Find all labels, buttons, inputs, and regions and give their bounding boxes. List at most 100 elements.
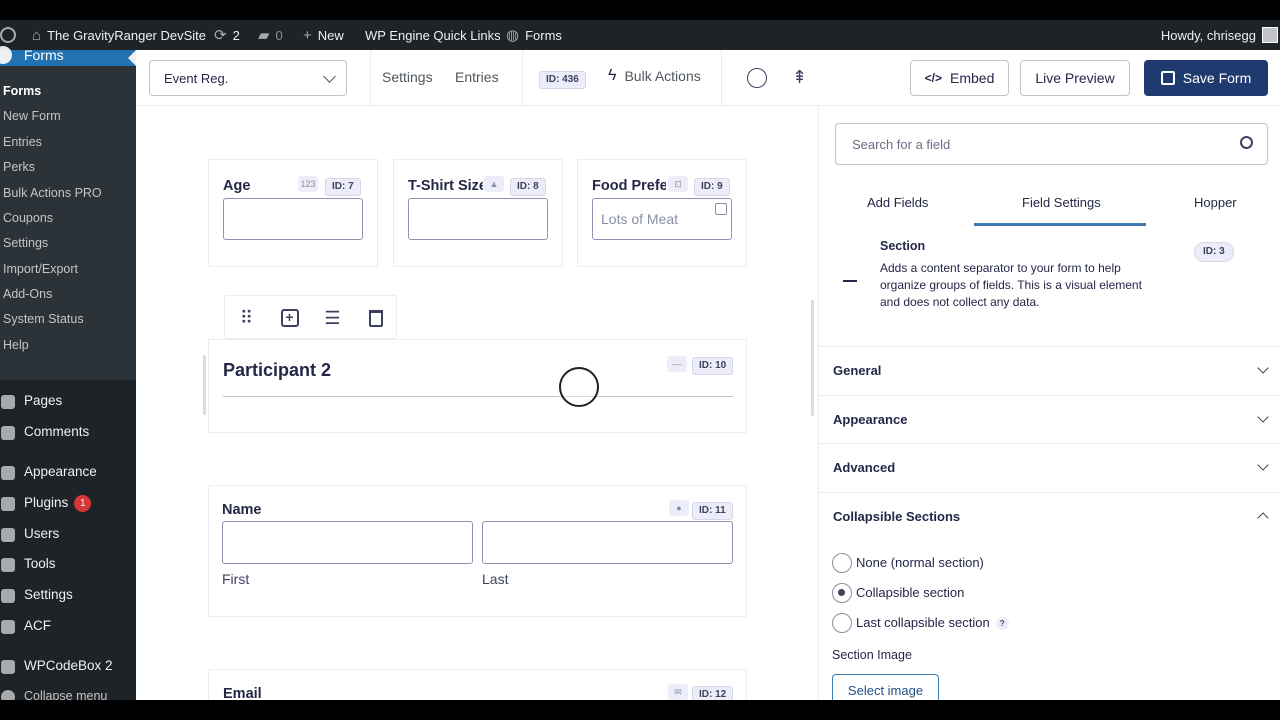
bulk-actions-button[interactable]: ϟ Bulk Actions — [608, 67, 701, 85]
toolbar-divider — [370, 50, 371, 106]
food-preference-select[interactable]: Lots of Meat — [592, 198, 732, 240]
sidebar-item-users[interactable]: Users — [24, 526, 59, 541]
submenu-item-bulk-actions-pro[interactable]: Bulk Actions PRO — [3, 186, 102, 200]
radio-last-collapsible[interactable] — [832, 613, 852, 633]
sidebar-item-plugins[interactable]: Plugins 1 — [24, 495, 92, 512]
radio-label-none: None (normal section) — [856, 555, 984, 570]
settings-icon — [1, 589, 15, 603]
submenu-item-forms[interactable]: Forms — [3, 84, 41, 98]
duplicate-icon — [715, 203, 727, 215]
drag-handle-icon[interactable]: ⠿ — [225, 296, 268, 340]
admin-sidebar: Forms Forms New Form Entries Perks Bulk … — [0, 46, 136, 700]
account-menu[interactable]: Howdy, chrisegg — [1161, 20, 1278, 50]
field-description: Adds a content separator to your form to… — [880, 261, 1142, 309]
radio-collapsible[interactable] — [832, 583, 852, 603]
pages-icon — [1, 395, 15, 409]
field-label: Food Preference — [592, 178, 666, 194]
forms-link[interactable]: ◍ Forms — [506, 20, 562, 50]
submenu-item-help[interactable]: Help — [3, 338, 29, 352]
chevron-up-icon[interactable] — [1257, 512, 1269, 524]
entries-link[interactable]: Entries — [455, 69, 499, 85]
field-label: Email — [223, 686, 262, 700]
radio-label-last-collapsible: Last collapsible section? — [856, 615, 1009, 630]
section-field-icon: — — [667, 356, 687, 372]
accordion-advanced[interactable]: Advanced — [833, 460, 895, 475]
field-card-section-participant-2[interactable]: Participant 2 — ID: 10 — [208, 339, 747, 433]
section-image-label: Section Image — [832, 648, 912, 662]
accordion-appearance[interactable]: Appearance — [833, 412, 907, 427]
wp-engine-link[interactable]: WP Engine Quick Links — [365, 20, 501, 50]
site-name-link[interactable]: ⌂ The GravityRanger DevSite — [32, 20, 206, 50]
chevron-down-icon — [323, 70, 336, 83]
chevron-down-icon[interactable] — [1257, 459, 1269, 471]
live-preview-button[interactable]: Live Preview — [1020, 60, 1130, 96]
settings-link[interactable]: Settings — [382, 69, 433, 85]
chevron-down-icon[interactable] — [1257, 362, 1269, 374]
sidebar-item-comments[interactable]: Comments — [24, 424, 89, 439]
comments-icon — [1, 426, 15, 440]
sidebar-item-acf[interactable]: ACF — [24, 618, 51, 633]
palette-icon[interactable] — [747, 68, 767, 88]
submenu-item-import-export[interactable]: Import/Export — [3, 262, 78, 276]
mail-icon: ✉ — [668, 684, 688, 700]
select-image-button[interactable]: Select image — [832, 674, 939, 700]
field-card-tshirt-size[interactable]: T-Shirt Size ▲ ID: 8 — [393, 159, 563, 267]
sidebar-item-forms-current[interactable]: Forms — [0, 46, 136, 66]
submenu-item-add-ons[interactable]: Add-Ons — [3, 287, 52, 301]
sidebar-item-pages[interactable]: Pages — [24, 393, 62, 408]
divider — [819, 395, 1280, 396]
help-icon[interactable]: ? — [995, 617, 1009, 630]
duplicate-field-button[interactable]: + — [268, 296, 311, 340]
new-content-link[interactable]: + New — [303, 20, 344, 50]
radio-none[interactable] — [832, 553, 852, 573]
accordion-general[interactable]: General — [833, 363, 881, 378]
gravity-forms-icon: ◍ — [506, 26, 520, 44]
home-icon: ⌂ — [32, 26, 42, 44]
field-search-input[interactable]: Search for a field — [835, 123, 1268, 165]
field-card-age[interactable]: Age 123 ID: 7 — [208, 159, 378, 267]
canvas-scrollbar[interactable] — [811, 300, 814, 416]
form-editor-toolbar: Event Reg. Settings Entries ID: 436 ϟ Bu… — [136, 50, 1280, 106]
tab-hopper[interactable]: Hopper — [1194, 195, 1237, 210]
submenu-item-settings[interactable]: Settings — [3, 236, 48, 250]
submenu-item-system-status[interactable]: System Status — [3, 312, 84, 326]
sidebar-item-appearance[interactable]: Appearance — [24, 464, 97, 479]
save-form-button[interactable]: Save Form — [1144, 60, 1268, 96]
sidebar-item-settings[interactable]: Settings — [24, 587, 73, 602]
field-card-email[interactable]: Email ✉ ID: 12 — [208, 669, 747, 700]
age-input[interactable] — [223, 198, 363, 240]
comments-link[interactable]: ▰ 0 — [258, 20, 283, 50]
form-switcher-select[interactable]: Event Reg. — [149, 60, 347, 96]
collapse-menu-button[interactable]: Collapse menu — [24, 689, 107, 700]
last-name-input[interactable] — [482, 521, 733, 564]
sort-icon[interactable]: ⇞ — [792, 67, 807, 88]
field-action-toolbar: ⠿ + ☰ — [224, 295, 397, 339]
field-label: T-Shirt Size — [408, 178, 483, 194]
field-card-name[interactable]: Name ● ID: 11 First Last — [208, 485, 747, 617]
tshirt-size-select[interactable] — [408, 198, 548, 240]
submenu-item-new-form[interactable]: New Form — [3, 109, 61, 123]
submenu-item-entries[interactable]: Entries — [3, 135, 42, 149]
users-icon — [1, 528, 15, 542]
field-id-badge: ID: 8 — [510, 178, 546, 196]
admin-bar: ⌂ The GravityRanger DevSite ⟳ 2 ▰ 0 + Ne… — [0, 20, 1280, 50]
sidebar-item-wpcodebox[interactable]: WPCodeBox 2 — [24, 658, 113, 673]
first-name-input[interactable] — [222, 521, 473, 564]
chevron-down-icon[interactable] — [1257, 411, 1269, 423]
updates-link[interactable]: ⟳ 2 — [214, 20, 240, 50]
tab-add-fields[interactable]: Add Fields — [867, 195, 928, 210]
field-id-badge: ID: 12 — [692, 686, 734, 700]
accordion-collapsible-sections[interactable]: Collapsible Sections — [833, 509, 960, 524]
field-label: Age — [223, 178, 251, 194]
submenu-item-coupons[interactable]: Coupons — [3, 211, 53, 225]
appearance-icon — [1, 466, 15, 480]
submenu-item-perks[interactable]: Perks — [3, 160, 35, 174]
field-settings-button[interactable]: ☰ — [311, 296, 354, 340]
tab-field-settings[interactable]: Field Settings — [1022, 195, 1101, 210]
field-card-food-preference[interactable]: Food Preference ⊡ ID: 9 Lots of Meat — [577, 159, 747, 267]
delete-field-button[interactable] — [354, 296, 397, 340]
divider — [819, 443, 1280, 444]
first-sublabel: First — [222, 571, 250, 587]
sidebar-item-tools[interactable]: Tools — [24, 556, 56, 571]
embed-button[interactable]: </> Embed — [910, 60, 1009, 96]
